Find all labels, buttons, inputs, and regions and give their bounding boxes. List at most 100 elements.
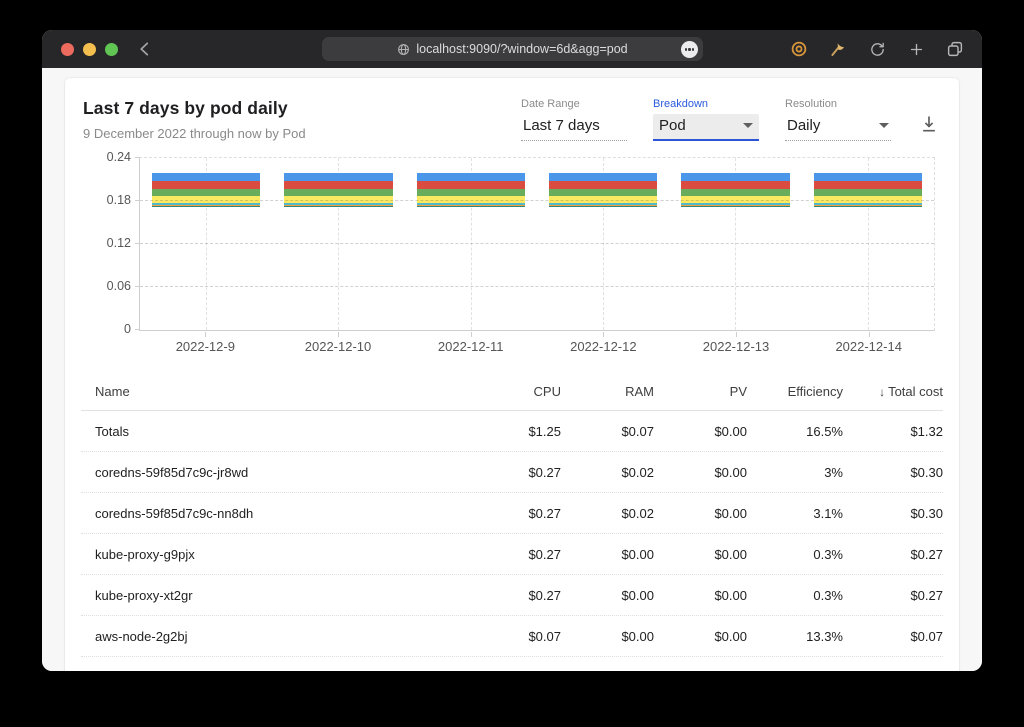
column-header-total-cost[interactable]: ↓ Total cost [843,384,943,399]
y-axis-tick-label: 0.12 [106,236,131,250]
minimize-window-button[interactable] [83,42,96,56]
sort-descending-icon: ↓ [879,384,886,399]
pv-cell: $0.00 [714,546,747,562]
ram-cell: $0.02 [621,464,654,480]
name-cell: kube-proxy-g9pjx [95,546,195,562]
total-cost-cell: $0.27 [910,587,943,603]
cpu-cell: $0.07 [528,628,561,644]
efficiency-cell: 3.1% [813,505,843,521]
table-row[interactable]: kube-proxy-xt2gr $0.27 $0.00 $0.00 0.3% $0.27 [81,575,943,616]
ram-cell: $0.07 [621,423,654,439]
download-button[interactable] [919,114,939,134]
ellipsis-icon [684,48,687,51]
y-axis-tick [135,243,140,244]
plus-icon [910,43,922,55]
report-header: Last 7 days by pod daily 9 December 2022… [83,98,306,141]
bar-segment-segment-yellow [681,195,790,204]
efficiency-cell: 0.3% [813,587,843,603]
cost-table: Name CPU RAM PV Efficiency ↓ Total cost T… [81,372,943,657]
close-window-button[interactable] [61,42,74,56]
pv-cell: $0.00 [714,587,747,603]
zoom-window-button[interactable] [105,42,118,56]
table-row[interactable]: coredns-59f85d7c9c-jr8wd $0.27 $0.02 $0.00 3… [81,452,943,493]
chevron-left-icon [140,42,149,56]
table-row[interactable]: Totals $1.25 $0.07 $0.00 16.5% $1.32 [81,411,943,452]
stacked-bar-2022-12-12[interactable] [548,173,658,330]
bar-segment-segment-green [813,188,923,196]
bar-band [537,158,669,330]
x-axis-tick-label: 2022-12-11 [404,332,537,354]
stacked-bar-2022-12-9[interactable] [151,173,261,330]
resolution-label: Resolution [785,98,837,110]
report-card: Last 7 days by pod daily 9 December 2022… [65,78,959,671]
total-cost-cell: $0.30 [910,464,943,480]
cpu-cell: $0.27 [528,587,561,603]
y-axis-tick-label: 0.24 [106,150,131,164]
bar-segment-segment-red [416,180,526,189]
download-icon [923,116,935,132]
bar-segment-segment-yellow [151,195,261,204]
back-button[interactable] [133,37,157,61]
total-cost-cell: $1.32 [910,423,943,439]
total-cost-cell: $0.07 [910,628,943,644]
y-axis-tick [135,286,140,287]
name-cell: kube-proxy-xt2gr [95,587,193,603]
table-row[interactable]: aws-node-2g2bj $0.07 $0.00 $0.00 13.3% $0.07 [81,616,943,657]
stacked-bar-2022-12-13[interactable] [681,173,790,330]
column-header-efficiency[interactable]: Efficiency [747,384,843,399]
bar-segment-segment-yellow [416,195,526,204]
cost-chart: 0 0.06 0.12 0.18 0.24 2022-12-9 2022-12-10 202… [95,150,935,354]
tabs-icon [947,41,963,57]
globe-icon [398,43,410,55]
table-row[interactable]: coredns-59f85d7c9c-nn8dh $0.27 $0.02 $0.00 3… [81,493,943,534]
y-axis-tick [135,200,140,201]
column-header-cpu[interactable]: CPU [468,384,561,399]
bar-segment-segment-teal [813,206,923,208]
bar-segment-segment-red [548,180,658,189]
name-cell: coredns-59f85d7c9c-nn8dh [95,505,254,521]
browser-window: localhost:9090/?window=6d&agg=pod Last 7… [42,30,982,671]
pv-cell: $0.00 [714,628,747,644]
bar-segment-segment-blue [151,173,261,181]
table-row[interactable]: kube-proxy-g9pjx $0.27 $0.00 $0.00 0.3% $0.27 [81,534,943,575]
url-more-button[interactable] [681,41,698,58]
bar-segment-segment-blue [548,173,658,181]
page-background: Last 7 days by pod daily 9 December 2022… [42,68,982,671]
cpu-cell: $0.27 [528,505,561,521]
url-bar[interactable]: localhost:9090/?window=6d&agg=pod [322,37,703,61]
x-axis-tick-label: 2022-12-14 [802,332,935,354]
y-axis-labels: 0 0.06 0.12 0.18 0.24 [95,150,139,336]
bar-segment-segment-red [681,180,790,189]
table-header: Name CPU RAM PV Efficiency ↓ Total cost [81,372,943,411]
bar-segment-segment-blue [681,173,790,181]
bar-segment-segment-red [813,180,923,189]
extension-button-1[interactable] [788,38,810,60]
extension-button-2[interactable] [827,38,849,60]
efficiency-cell: 0.3% [813,546,843,562]
chevron-down-icon [879,123,889,128]
bar-segment-segment-yellow [284,195,393,204]
stacked-bar-2022-12-10[interactable] [284,173,393,330]
column-header-pv[interactable]: PV [654,384,747,399]
bar-segment-segment-teal [416,206,526,208]
ram-cell: $0.00 [621,587,654,603]
efficiency-cell: 13.3% [806,628,843,644]
date-range-value[interactable]: Last 7 days [521,114,627,141]
resolution-select[interactable]: Resolution Daily [785,98,891,141]
date-range-select[interactable]: Date Range Last 7 days [521,98,627,141]
breakdown-select[interactable]: Breakdown Pod [653,98,759,141]
efficiency-cell: 3% [824,464,843,480]
breakdown-label: Breakdown [653,98,709,110]
breakdown-value[interactable]: Pod [653,114,759,141]
stacked-bar-2022-12-14[interactable] [813,173,923,330]
axe-tool-icon [831,43,844,56]
stacked-bar-2022-12-11[interactable] [416,173,526,330]
reload-button[interactable] [866,38,888,60]
tab-overview-button[interactable] [944,38,966,60]
column-header-name[interactable]: Name [81,384,468,399]
bar-segment-segment-red [151,180,261,189]
resolution-value[interactable]: Daily [785,114,891,141]
column-header-ram[interactable]: RAM [561,384,654,399]
cpu-cell: $1.25 [528,423,561,439]
new-tab-button[interactable] [905,38,927,60]
